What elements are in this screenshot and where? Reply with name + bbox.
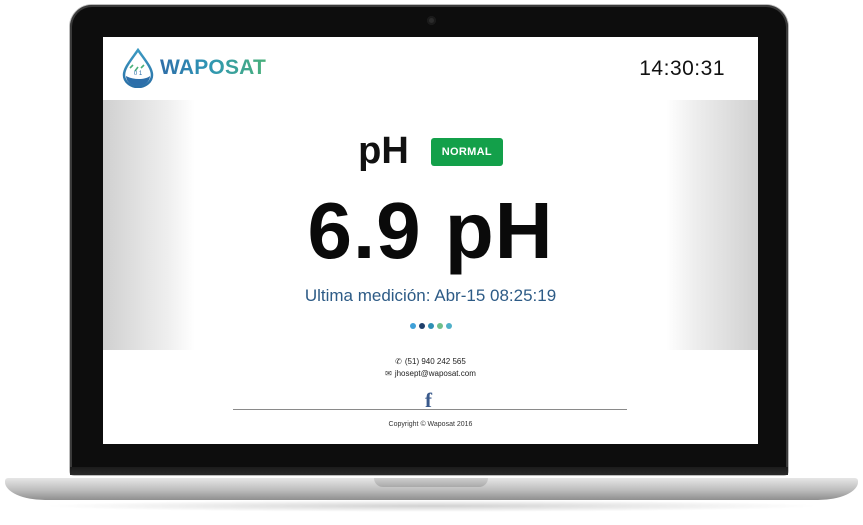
laptop-shadow — [40, 500, 823, 512]
phone-line: ✆ (51) 940 242 565 — [103, 357, 758, 366]
svg-text:0 1: 0 1 — [134, 71, 143, 77]
measurement-value: 6.9 pH — [307, 186, 554, 275]
carousel-dots — [103, 323, 758, 329]
email-line: ✉ jhosept@waposat.com — [103, 369, 758, 378]
carousel-dot[interactable] — [418, 323, 425, 329]
last-measurement-time: Ultima medición: Abr-15 08:25:19 — [304, 286, 557, 305]
clock: 14:30:31 — [639, 57, 725, 80]
water-drop-logo-icon: 0 1 — [122, 48, 154, 88]
parameter-row: pH NORMAL — [103, 130, 758, 173]
parameter-name: pH — [358, 130, 409, 172]
brand-name: WAPOSAT — [160, 56, 267, 79]
carousel-dot[interactable] — [436, 323, 443, 329]
envelope-icon: ✉ — [385, 369, 392, 378]
measurement-panel: pH NORMAL 6.9 pH Ultima medición: Abr-15… — [103, 100, 758, 350]
status-badge: NORMAL — [430, 137, 503, 166]
carousel-dot[interactable] — [409, 323, 416, 329]
footer: ✆ (51) 940 242 565 ✉ jhosept@waposat.com f… — [103, 350, 758, 444]
phone-number: (51) 940 242 565 — [404, 357, 466, 366]
camera-icon — [427, 16, 436, 25]
footer-divider — [233, 409, 627, 410]
carousel-dot[interactable] — [427, 323, 434, 329]
brand-logo[interactable]: 0 1 WAPOSAT — [121, 48, 266, 88]
screen: 0 1 WAPOSAT 14:30:31 pH NORMAL 6.9 pH Ul… — [103, 37, 758, 444]
laptop-notch — [374, 478, 488, 487]
email-link[interactable]: jhosept@waposat.com — [395, 369, 476, 378]
carousel-dot[interactable] — [445, 323, 452, 329]
header: 0 1 WAPOSAT 14:30:31 — [103, 37, 758, 100]
phone-icon: ✆ — [395, 357, 402, 366]
copyright: Copyright © Waposat 2016 — [388, 421, 473, 428]
